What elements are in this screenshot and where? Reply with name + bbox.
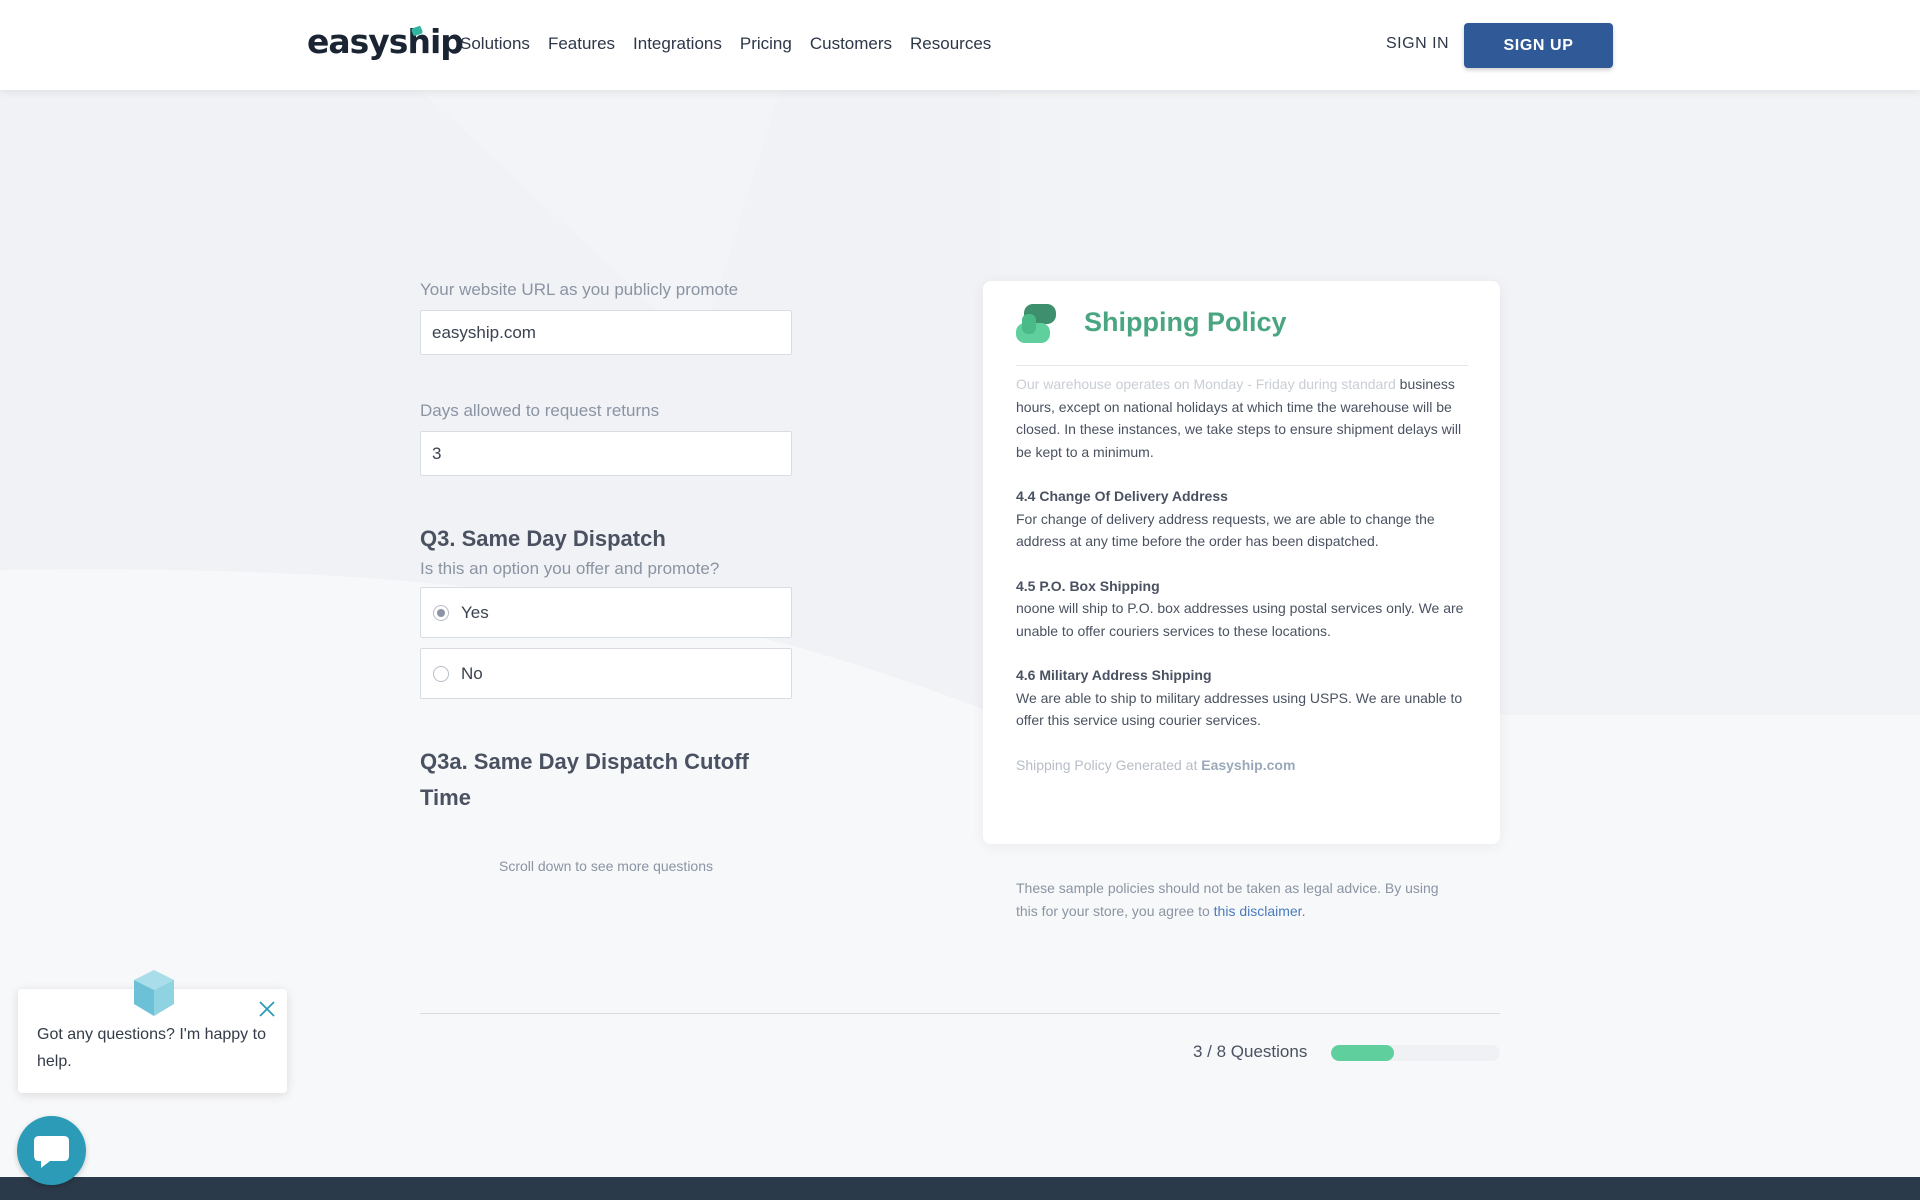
option-no[interactable]: No bbox=[420, 648, 792, 699]
chat-message: Got any questions? I'm happy to help. bbox=[37, 1026, 266, 1070]
returns-days-input[interactable] bbox=[420, 431, 792, 476]
footer-band bbox=[0, 1177, 1920, 1200]
policy-divider bbox=[1016, 365, 1468, 366]
policy-footer: Shipping Policy Generated at Easyship.co… bbox=[1016, 754, 1472, 777]
chat-launcher-button[interactable] bbox=[17, 1116, 86, 1185]
nav-customers[interactable]: Customers bbox=[810, 34, 892, 54]
chat-close-button[interactable] bbox=[257, 999, 277, 1019]
policy-section-body: We are able to ship to military addresse… bbox=[1016, 689, 1463, 729]
policy-section-heading: 4.5 P.O. Box Shipping bbox=[1016, 577, 1160, 594]
option-yes[interactable]: Yes bbox=[420, 587, 792, 638]
background-decoration bbox=[0, 90, 1920, 715]
q3-title: Q3. Same Day Dispatch bbox=[420, 526, 666, 551]
progress-bar bbox=[1331, 1045, 1500, 1061]
main-nav: Solutions Features Integrations Pricing … bbox=[460, 34, 1009, 54]
policy-section-body: For change of delivery address requests,… bbox=[1016, 510, 1435, 550]
nav-pricing[interactable]: Pricing bbox=[740, 34, 792, 54]
policy-footer-link[interactable]: Easyship.com bbox=[1201, 757, 1295, 773]
progress-label: 3 / 8 Questions bbox=[1193, 1042, 1308, 1061]
chat-cube-icon bbox=[134, 970, 174, 1016]
policy-section: 4.6 Military Address Shipping We are abl… bbox=[1016, 664, 1472, 732]
website-label: Your website URL as you publicly promote bbox=[420, 280, 739, 299]
policy-section-body: noone will ship to P.O. box addresses us… bbox=[1016, 600, 1464, 639]
policy-footer-prefix: Shipping Policy Generated at bbox=[1016, 756, 1198, 773]
disclaimer-text: These sample policies should not be take… bbox=[1016, 877, 1456, 922]
q3-subtitle: Is this an option you offer and promote? bbox=[420, 559, 720, 578]
radio-no[interactable] bbox=[433, 665, 449, 682]
policy-section: 4.4 Change Of Delivery Address For chang… bbox=[1016, 485, 1472, 553]
q3a-title: Q3a. Same Day Dispatch Cutoff Time bbox=[420, 749, 749, 810]
policy-form: Your website URL as you publicly promote… bbox=[420, 280, 792, 874]
close-icon bbox=[259, 1001, 275, 1017]
policy-body: Our warehouse operates on Monday - Frida… bbox=[1016, 373, 1472, 803]
policy-logo-icon bbox=[1016, 304, 1056, 343]
sign-up-button[interactable]: SIGN UP bbox=[1464, 23, 1613, 68]
disclaimer-link[interactable]: this disclaimer. bbox=[1214, 903, 1306, 919]
returns-label: Days allowed to request returns bbox=[420, 401, 660, 420]
progress-bar-fill bbox=[1331, 1045, 1395, 1061]
policy-intro-faded: Our warehouse operates on Monday - Frida… bbox=[1016, 376, 1396, 392]
website-input[interactable] bbox=[420, 310, 792, 355]
bottom-divider bbox=[420, 1013, 1500, 1014]
nav-integrations[interactable]: Integrations bbox=[633, 34, 722, 54]
sign-in-link[interactable]: SIGN IN bbox=[1386, 35, 1449, 53]
nav-resources[interactable]: Resources bbox=[910, 34, 991, 54]
shipping-policy-card: Shipping Policy Our warehouse operates o… bbox=[983, 281, 1500, 844]
chat-bubble-icon bbox=[34, 1136, 69, 1168]
option-no-label: No bbox=[461, 663, 483, 683]
radio-yes[interactable] bbox=[433, 604, 449, 621]
scroll-hint: Scroll down to see more questions bbox=[499, 858, 713, 874]
easyship-logo[interactable]: easyship bbox=[307, 22, 464, 61]
policy-section: 4.5 P.O. Box Shipping noone will ship to… bbox=[1016, 575, 1472, 643]
policy-section-heading: 4.4 Change Of Delivery Address bbox=[1016, 488, 1228, 504]
site-header: easyship Solutions Features Integrations… bbox=[0, 0, 1920, 90]
nav-features[interactable]: Features bbox=[548, 34, 615, 54]
policy-section-heading: 4.6 Military Address Shipping bbox=[1016, 667, 1212, 683]
policy-title: Shipping Policy bbox=[1084, 307, 1287, 337]
option-yes-label: Yes bbox=[461, 602, 489, 622]
nav-solutions[interactable]: Solutions bbox=[460, 34, 530, 54]
